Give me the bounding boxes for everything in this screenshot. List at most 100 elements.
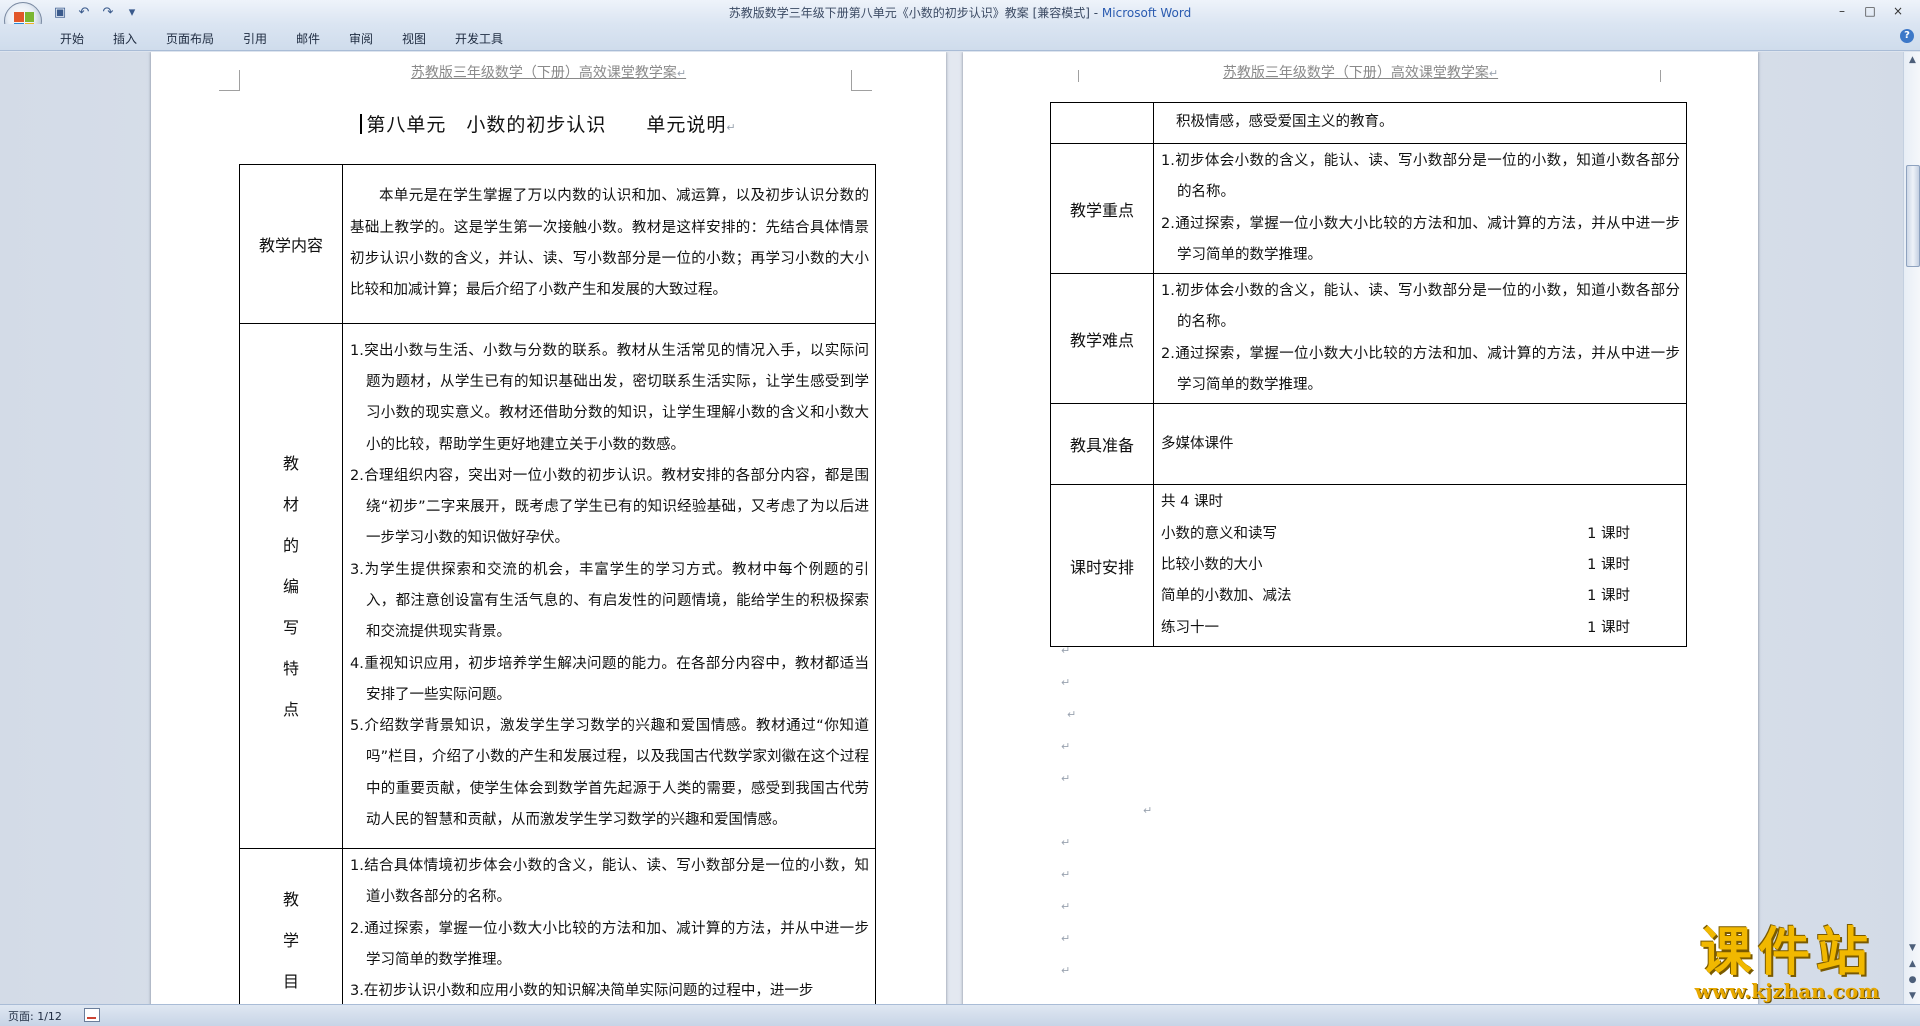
minimize-button[interactable]: – xyxy=(1828,2,1856,20)
page-indicator[interactable]: 页面: 1/12 xyxy=(8,1008,62,1024)
title-text: 第八单元 小数的初步认识 单元说明 xyxy=(366,114,727,136)
tab-developer[interactable]: 开发工具 xyxy=(455,30,503,47)
paragraph-mark-icon: ↵ xyxy=(1061,900,1071,913)
table-row: 教 材 的 编 写 特 点 1.突出小数与生活、小数与分数的联系。教材从生活常见… xyxy=(239,323,876,849)
list-item: 1.初步体会小数的含义，能认、读、写小数部分是一位的小数，知道小数各部分的名称。 xyxy=(1161,283,1680,331)
watermark-url: www.kjzhan.com xyxy=(1694,979,1880,1003)
page-header: 苏教版三年级数学（下册）高效课堂教学案↵ xyxy=(1222,65,1499,81)
document-area[interactable]: 苏教版三年级数学（下册）高效课堂教学案↵ 第八单元 小数的初步认识 单元说明↵ … xyxy=(0,52,1903,1004)
paragraph-mark-icon: ↵ xyxy=(1061,644,1071,657)
label-char: 教 xyxy=(282,453,299,473)
vertical-scrollbar[interactable]: ▲ ▼ ▲ ● ▼ xyxy=(1903,52,1920,1004)
header-text: 苏教版三年级数学（下册）高效课堂教学案 xyxy=(410,65,677,81)
label-char: 写 xyxy=(282,617,299,637)
schedule-item: 简单的小数加、减法 1 课时 xyxy=(1161,581,1680,612)
features-label: 教 材 的 编 写 特 点 xyxy=(239,323,343,849)
list-item: 1.结合具体情境初步体会小数的含义，能认、读、写小数部分是一位的小数，知道小数各… xyxy=(350,858,869,906)
page-header: 苏教版三年级数学（下册）高效课堂教学案↵ xyxy=(410,65,687,81)
tools-label: 教具准备 xyxy=(1050,403,1154,486)
table-row: 教 学 目 1.结合具体情境初步体会小数的含义，能认、读、写小数部分是一位的小数… xyxy=(239,848,876,1004)
page-2: 苏教版三年级数学（下册）高效课堂教学案↵ 积极情感，感受爱国主义的教育。 教学重… xyxy=(963,52,1758,1004)
schedule-item: 小数的意义和读写 1 课时 xyxy=(1161,519,1680,550)
key-points-list: 1.初步体会小数的含义，能认、读、写小数部分是一位的小数，知道小数各部分的名称。… xyxy=(1153,142,1687,275)
scroll-down-icon[interactable]: ▼ xyxy=(1904,940,1920,956)
empty-cell xyxy=(1050,102,1154,144)
lesson-name: 简单的小数加、减法 xyxy=(1161,588,1292,605)
lesson-hours: 1 课时 xyxy=(1587,588,1630,605)
document-name: 苏教版数学三年级下册第八单元《小数的初步认识》教案 [兼容模式] - xyxy=(728,6,1102,20)
schedule-total: 共 4 课时 xyxy=(1161,494,1223,511)
paragraph-mark-icon: ↵ xyxy=(1061,740,1071,753)
watermark-title: 课件站 xyxy=(1699,922,1874,983)
table-row: 教学内容 本单元是在学生掌握了万以内数的认识和加、减运算，以及初步认识分数的基础… xyxy=(239,164,876,324)
list-item: 2.通过探索，掌握一位小数大小比较的方法和加、减计算的方法，并从中进一步学习简单… xyxy=(350,920,869,968)
text-cursor xyxy=(360,114,363,134)
previous-page-icon[interactable]: ▲ xyxy=(1904,956,1920,972)
margin-corner-mark xyxy=(851,70,872,91)
margin-corner-mark xyxy=(1058,70,1079,82)
label-char: 的 xyxy=(282,535,299,555)
title-bar: ▣ ↶ ↷ ▾ 苏教版数学三年级下册第八单元《小数的初步认识》教案 [兼容模式]… xyxy=(0,0,1920,24)
list-item: 2.通过探索，掌握一位小数大小比较的方法和加、减计算的方法，并从中进一步学习简单… xyxy=(1161,345,1680,394)
page-title: 第八单元 小数的初步认识 单元说明↵ xyxy=(151,110,946,137)
window-title: 苏教版数学三年级下册第八单元《小数的初步认识》教案 [兼容模式] - Micro… xyxy=(0,4,1920,21)
content-label: 教学内容 xyxy=(239,164,343,324)
unit-table: 教学内容 本单元是在学生掌握了万以内数的认识和加、减运算，以及初步认识分数的基础… xyxy=(239,164,876,1004)
list-item: 5.介绍数学背景知识，激发学生学习数学的兴趣和爱国情感。教材通过“你知道吗”栏目… xyxy=(350,718,869,829)
help-icon[interactable]: ? xyxy=(1900,29,1914,43)
header-text: 苏教版三年级数学（下册）高效课堂教学案 xyxy=(1222,65,1489,81)
lesson-hours: 1 课时 xyxy=(1587,525,1630,542)
watermark-logo: 课件站 www.kjzhan.com xyxy=(1672,926,1902,1004)
goals-list: 1.结合具体情境初步体会小数的含义，能认、读、写小数部分是一位的小数，知道小数各… xyxy=(342,848,876,1004)
tab-view[interactable]: 视图 xyxy=(402,30,426,47)
paragraph-mark-icon: ↵ xyxy=(1061,772,1071,785)
label-char: 材 xyxy=(282,494,299,514)
lesson-name: 比较小数的大小 xyxy=(1161,556,1263,573)
content-text: 本单元是在学生掌握了万以内数的认识和加、减运算，以及初步认识分数的基础上教学的。… xyxy=(342,164,876,324)
tab-review[interactable]: 审阅 xyxy=(349,30,373,47)
table-row: 积极情感，感受爱国主义的教育。 xyxy=(1050,102,1687,144)
window-controls: – □ × xyxy=(1828,2,1912,20)
schedule-item: 比较小数的大小 1 课时 xyxy=(1161,550,1680,581)
difficulty-label: 教学难点 xyxy=(1050,273,1154,405)
label-char: 目 xyxy=(282,972,299,991)
list-item: 2.通过探索，掌握一位小数大小比较的方法和加、减计算的方法，并从中进一步学习简单… xyxy=(1161,215,1680,263)
lesson-name: 小数的意义和读写 xyxy=(1161,525,1277,542)
table-row: 教学难点 1.初步体会小数的含义，能认、读、写小数部分是一位的小数，知道小数各部… xyxy=(1050,273,1687,405)
lesson-hours: 1 课时 xyxy=(1587,556,1630,573)
tab-page-layout[interactable]: 页面布局 xyxy=(166,30,214,47)
list-item: 4.重视知识应用，初步培养学生解决问题的能力。在各部分内容中，教材都适当安排了一… xyxy=(350,655,869,703)
table-row: 教具准备 多媒体课件 xyxy=(1050,403,1687,486)
list-item: 2.合理组织内容，突出对一位小数的初步认识。教材安排的各部分内容，都是围绕“初步… xyxy=(350,467,869,547)
list-item: 3.为学生提供探索和交流的机会，丰富学生的学习方式。教材中每个例题的引入，都注意… xyxy=(350,561,869,641)
label-char: 特 xyxy=(282,658,299,678)
label-char: 学 xyxy=(282,931,299,950)
schedule-label: 课时安排 xyxy=(1050,484,1154,647)
browse-object-icon[interactable]: ● xyxy=(1904,972,1920,988)
page-1: 苏教版三年级数学（下册）高效课堂教学案↵ 第八单元 小数的初步认识 单元说明↵ … xyxy=(151,52,946,1004)
close-button[interactable]: × xyxy=(1884,2,1912,20)
tab-home[interactable]: 开始 xyxy=(60,30,84,47)
app-name: Microsoft Word xyxy=(1101,6,1192,20)
list-item: 1.初步体会小数的含义，能认、读、写小数部分是一位的小数，知道小数各部分的名称。 xyxy=(1161,153,1680,201)
paragraph-mark-icon: ↵ xyxy=(1061,964,1071,977)
table-row: 教学重点 1.初步体会小数的含义，能认、读、写小数部分是一位的小数，知道小数各部… xyxy=(1050,142,1687,275)
schedule-item: 练习十一 1 课时 xyxy=(1161,613,1680,644)
scroll-thumb[interactable] xyxy=(1906,165,1920,267)
status-bar: 页面: 1/12 xyxy=(0,1004,1920,1026)
next-page-icon[interactable]: ▼ xyxy=(1904,988,1920,1004)
continued-text: 积极情感，感受爱国主义的教育。 xyxy=(1153,102,1687,144)
tab-insert[interactable]: 插入 xyxy=(113,30,137,47)
key-points-label: 教学重点 xyxy=(1050,142,1154,275)
paragraph-mark-icon: ↵ xyxy=(1061,836,1071,849)
proofing-icon[interactable] xyxy=(84,1008,100,1022)
margin-corner-mark xyxy=(219,70,240,91)
tab-references[interactable]: 引用 xyxy=(243,30,267,47)
paragraph-mark-icon: ↵ xyxy=(1061,676,1071,689)
lesson-hours: 1 课时 xyxy=(1587,619,1630,636)
paragraph-mark-icon: ↵ xyxy=(1067,708,1077,721)
maximize-button[interactable]: □ xyxy=(1856,2,1884,20)
list-item: 1.突出小数与生活、小数与分数的联系。教材从生活常见的情况入手，以实际问题为题材… xyxy=(350,342,869,453)
tab-mailings[interactable]: 邮件 xyxy=(296,30,320,47)
scroll-up-icon[interactable]: ▲ xyxy=(1904,52,1920,68)
